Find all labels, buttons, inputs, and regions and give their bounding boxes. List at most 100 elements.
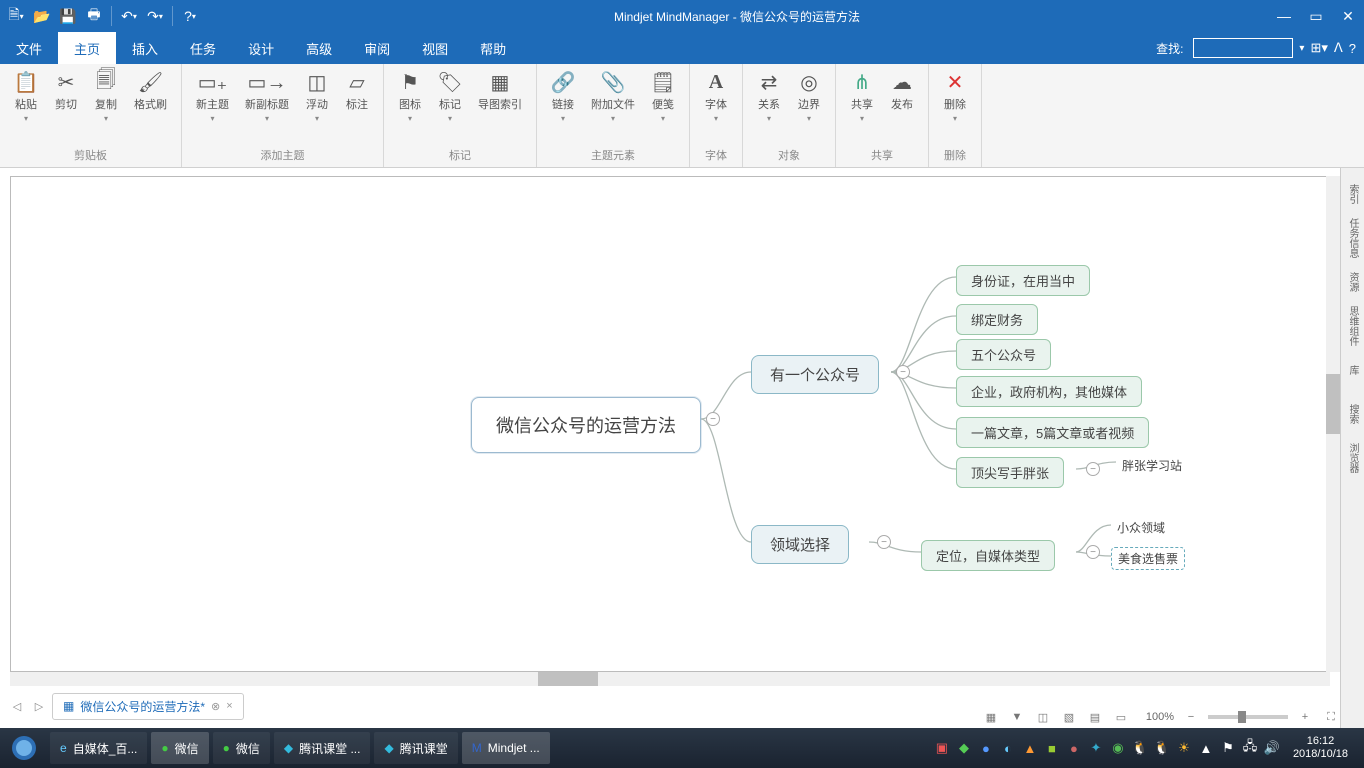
- sidebar-resources[interactable]: 资源: [1343, 262, 1363, 302]
- branch2-sub1[interactable]: 小众领域: [1111, 517, 1171, 538]
- sidebar-taskinfo[interactable]: 任务信息: [1343, 218, 1363, 258]
- cut-button[interactable]: ✂剪切: [46, 68, 86, 141]
- floating-button[interactable]: ◫浮动▾: [297, 68, 337, 141]
- sidebar-browser[interactable]: 浏览器: [1343, 438, 1363, 478]
- minimize-button[interactable]: —: [1268, 2, 1300, 30]
- link-button[interactable]: 🔗链接▾: [543, 68, 583, 141]
- toggle-branch2[interactable]: −: [877, 535, 891, 549]
- branch2-sub2-selected[interactable]: 美食选售票: [1111, 547, 1185, 570]
- menu-file[interactable]: 文件: [0, 32, 58, 64]
- toggle-root[interactable]: −: [706, 412, 720, 426]
- tray-icon[interactable]: 🐧: [1131, 739, 1149, 757]
- pin-icon[interactable]: ⊗: [211, 700, 220, 713]
- calendar-icon[interactable]: ▭: [1112, 708, 1130, 726]
- document-tab[interactable]: ▦ 微信公众号的运营方法* ⊗ ×: [52, 693, 244, 720]
- network-icon[interactable]: 🖧: [1241, 739, 1259, 757]
- start-button[interactable]: [0, 728, 48, 768]
- toggle-branch1[interactable]: −: [896, 365, 910, 379]
- menu-view[interactable]: 视图: [406, 32, 464, 64]
- copy-button[interactable]: 🗐复制▾: [86, 68, 126, 141]
- share-button[interactable]: ⋔共享▾: [842, 68, 882, 141]
- sidebar-search[interactable]: 搜索: [1343, 394, 1363, 434]
- delete-button[interactable]: ✕删除▾: [935, 68, 975, 141]
- tray-icon[interactable]: ▲: [1021, 739, 1039, 757]
- task-tencent-1[interactable]: ◆腾讯课堂 ...: [274, 732, 371, 764]
- attach-button[interactable]: 📎附加文件▾: [583, 68, 643, 141]
- menu-insert[interactable]: 插入: [116, 32, 174, 64]
- maximize-button[interactable]: ▭: [1300, 2, 1332, 30]
- tray-icon[interactable]: ✦: [1087, 739, 1105, 757]
- view2-icon[interactable]: ▧: [1060, 708, 1078, 726]
- sidebar-index[interactable]: 索引: [1343, 174, 1363, 214]
- funnel-icon[interactable]: ▼: [1008, 708, 1026, 726]
- publish-button[interactable]: ☁发布: [882, 68, 922, 141]
- task-browser[interactable]: e自媒体_百...: [50, 732, 147, 764]
- flag-icon[interactable]: ⚑: [1219, 739, 1237, 757]
- zoom-in-icon[interactable]: +: [1296, 708, 1314, 726]
- filter-icon[interactable]: ▦: [982, 708, 1000, 726]
- leaf-3[interactable]: 五个公众号: [956, 339, 1051, 370]
- leaf-5[interactable]: 一篇文章，5篇文章或者视频: [956, 417, 1149, 448]
- map-index-button[interactable]: ▦导图索引: [470, 68, 530, 141]
- search-input[interactable]: [1193, 38, 1293, 58]
- task-wechat-1[interactable]: ●微信: [151, 732, 208, 764]
- task-mindjet[interactable]: MMindjet ...: [462, 732, 550, 764]
- leaf-1[interactable]: 身份证，在用当中: [956, 265, 1090, 296]
- tray-icon[interactable]: ◐: [999, 739, 1017, 757]
- tray-icon[interactable]: ●: [977, 739, 995, 757]
- chevron-down-icon[interactable]: ▾: [1299, 43, 1304, 54]
- speaker-icon[interactable]: 🔊: [1263, 739, 1281, 757]
- horizontal-scrollbar[interactable]: [10, 672, 1330, 686]
- fit-icon[interactable]: ⛶: [1322, 708, 1340, 726]
- new-subtopic-button[interactable]: ▭→新副标题▾: [237, 68, 297, 141]
- menu-advanced[interactable]: 高级: [290, 32, 348, 64]
- leaf-4[interactable]: 企业，政府机构，其他媒体: [956, 376, 1142, 407]
- tray-icon[interactable]: ■: [1043, 739, 1061, 757]
- sidebar-library[interactable]: 库: [1343, 350, 1363, 390]
- help-icon[interactable]: ?▾: [178, 4, 202, 28]
- new-icon[interactable]: 🗎▾: [4, 4, 28, 28]
- help-icon[interactable]: ?: [1349, 41, 1356, 56]
- paste-button[interactable]: 📋粘贴▾: [6, 68, 46, 141]
- redo-icon[interactable]: ↷▾: [143, 4, 167, 28]
- print-icon[interactable]: 🖶: [82, 4, 106, 28]
- branch2-child[interactable]: 定位，自媒体类型: [921, 540, 1055, 571]
- leaf-2[interactable]: 绑定财务: [956, 304, 1038, 335]
- collapse-ribbon-icon[interactable]: ᐱ: [1334, 40, 1343, 56]
- open-icon[interactable]: 📂: [30, 4, 54, 28]
- relationship-button[interactable]: ⇄关系▾: [749, 68, 789, 141]
- icon-button[interactable]: ⚑图标▾: [390, 68, 430, 141]
- mindmap-canvas[interactable]: 微信公众号的运营方法 − 有一个公众号 − 身份证，在用当中 绑定财务 五个公众…: [10, 176, 1330, 672]
- taskbar-clock[interactable]: 16:12 2018/10/18: [1285, 735, 1356, 761]
- undo-icon[interactable]: ↶▾: [117, 4, 141, 28]
- sidebar-components[interactable]: 思维组件: [1343, 306, 1363, 346]
- vertical-scrollbar[interactable]: [1326, 176, 1340, 672]
- tray-icon[interactable]: ☀: [1175, 739, 1193, 757]
- toggle-branch2-child[interactable]: −: [1086, 545, 1100, 559]
- tray-icon[interactable]: ◉: [1109, 739, 1127, 757]
- callout-button[interactable]: ▱标注: [337, 68, 377, 141]
- notes-button[interactable]: 🗒便笺▾: [643, 68, 683, 141]
- zoom-slider[interactable]: [1208, 715, 1288, 719]
- menu-tasks[interactable]: 任务: [174, 32, 232, 64]
- font-button[interactable]: A字体▾: [696, 68, 736, 141]
- leaf-6-sub[interactable]: 胖张学习站: [1116, 455, 1188, 476]
- leaf-6[interactable]: 顶尖写手胖张: [956, 457, 1064, 488]
- tray-icon[interactable]: ◆: [955, 739, 973, 757]
- tray-icon[interactable]: ▣: [933, 739, 951, 757]
- zoom-out-icon[interactable]: −: [1182, 708, 1200, 726]
- branch2-topic[interactable]: 领域选择: [751, 525, 849, 564]
- view1-icon[interactable]: ◫: [1034, 708, 1052, 726]
- save-icon[interactable]: 💾: [56, 4, 80, 28]
- close-button[interactable]: ✕: [1332, 2, 1364, 30]
- toggle-leaf6[interactable]: −: [1086, 462, 1100, 476]
- branch1-topic[interactable]: 有一个公众号: [751, 355, 879, 394]
- new-topic-button[interactable]: ▭₊新主题▾: [188, 68, 237, 141]
- menu-review[interactable]: 审阅: [348, 32, 406, 64]
- tab-prev-icon[interactable]: ◁: [8, 697, 26, 715]
- layout-icon[interactable]: ⊞▾: [1310, 40, 1327, 56]
- tab-next-icon[interactable]: ▷: [30, 697, 48, 715]
- boundary-button[interactable]: ◎边界▾: [789, 68, 829, 141]
- tray-icon[interactable]: 🐧: [1153, 739, 1171, 757]
- tray-icon[interactable]: ●: [1065, 739, 1083, 757]
